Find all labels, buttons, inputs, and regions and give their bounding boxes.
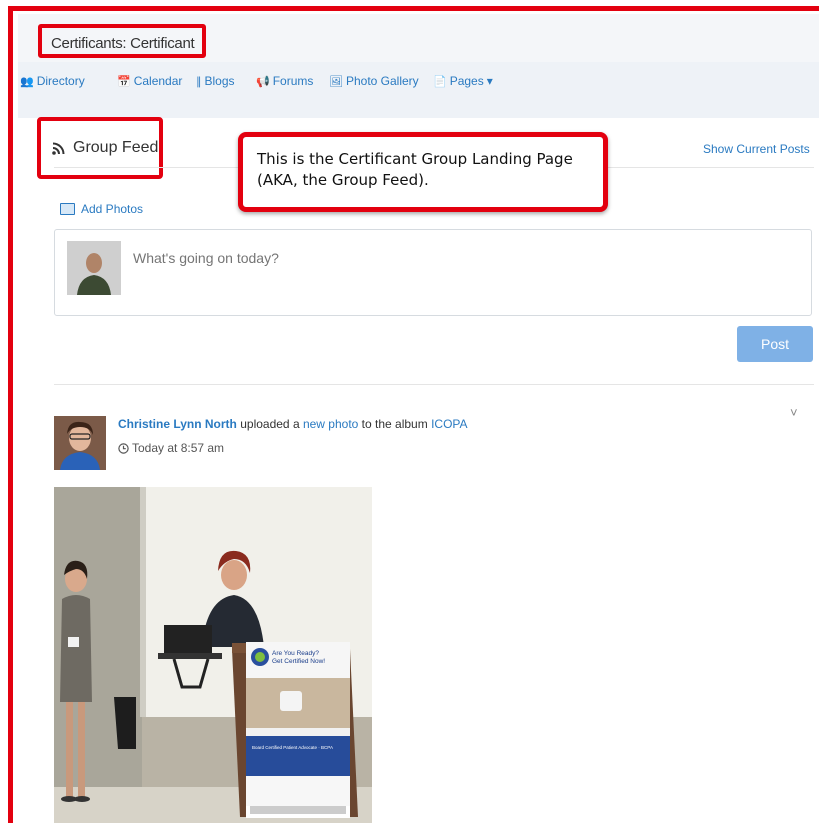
banner-text: Board Certified Patient Advocate · BCPA <box>252 745 333 750</box>
nav-photo-gallery[interactable]: 🖼 Photo Gallery <box>329 74 419 88</box>
nav-calendar[interactable]: 📅 Calendar <box>117 74 182 88</box>
calendar-icon: 📅 <box>117 75 131 88</box>
post-button[interactable]: Post <box>737 326 813 362</box>
nav-pages[interactable]: 📄 Pages ▾ <box>433 74 493 88</box>
post-summary: Christine Lynn North uploaded a new phot… <box>118 417 468 431</box>
post-author-link[interactable]: Christine Lynn North <box>118 417 237 431</box>
nav-photo-gallery-label: Photo Gallery <box>345 74 419 88</box>
nav-forums-label: Forums <box>272 74 314 88</box>
composer-input[interactable] <box>133 250 733 266</box>
add-photos-link[interactable]: Add Photos <box>60 202 143 216</box>
group-subnav <box>18 62 819 118</box>
album-link[interactable]: ICOPA <box>431 417 467 431</box>
banner-text: Are You Ready? <box>272 650 319 657</box>
nav-blogs[interactable]: ∥ Blogs <box>196 74 235 88</box>
nav-pages-label: Pages <box>449 74 484 88</box>
group-feed-heading: Group Feed <box>52 139 158 157</box>
page-icon: 📄 <box>433 75 447 88</box>
post-timestamp: Today at 8:57 am <box>118 441 224 455</box>
author-avatar[interactable] <box>54 416 106 470</box>
callout-annotation: This is the Certificant Group Landing Pa… <box>238 132 608 212</box>
divider <box>54 384 814 385</box>
rss-icon <box>52 142 65 155</box>
user-avatar <box>67 241 121 295</box>
image-icon: 🖼 <box>329 75 343 88</box>
group-title: Certificants: Certificant <box>38 24 207 58</box>
users-icon: 👥 <box>20 75 34 88</box>
nav-forums[interactable]: 📢 Forums <box>256 74 313 88</box>
new-photo-link[interactable]: new photo <box>303 417 358 431</box>
image-icon <box>60 203 75 215</box>
post-action-text: uploaded a <box>236 417 303 431</box>
bullhorn-icon: 📢 <box>256 75 270 88</box>
banner-text: Get Certified Now! <box>272 658 325 665</box>
show-current-posts-link[interactable]: Show Current Posts <box>703 142 810 156</box>
chevron-down-icon: ▾ <box>486 74 493 88</box>
nav-directory[interactable]: 👥 Directory <box>20 74 85 88</box>
clock-icon <box>118 442 129 454</box>
post-time-text: Today at 8:57 am <box>132 441 225 455</box>
post-composer[interactable] <box>54 229 812 316</box>
post-photo[interactable]: Are You Ready? Get Certified Now! Board … <box>54 487 372 823</box>
nav-blogs-label: Blogs <box>204 74 235 88</box>
add-photos-label: Add Photos <box>81 202 144 216</box>
nav-directory-label: Directory <box>36 74 85 88</box>
post-action-text: to the album <box>358 417 432 431</box>
group-feed-title: Group Feed <box>73 139 159 156</box>
chevron-down-icon[interactable]: ˅ <box>790 405 798 420</box>
nav-calendar-label: Calendar <box>133 74 183 88</box>
rss-icon: ∥ <box>196 75 202 88</box>
